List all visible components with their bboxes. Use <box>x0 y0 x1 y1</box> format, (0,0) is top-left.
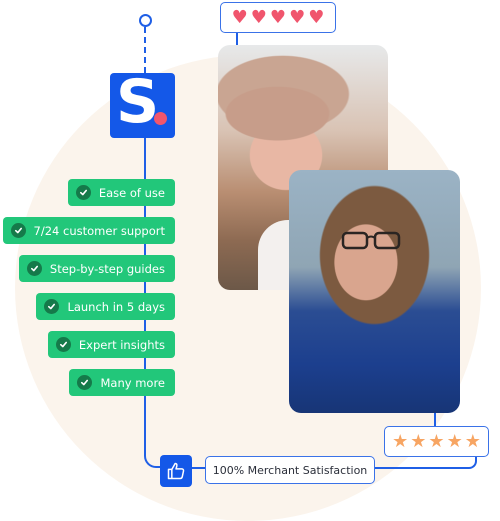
check-circle-icon <box>75 185 91 200</box>
feature-pill: 7/24 customer support <box>2 217 175 244</box>
star-icon: ★ <box>446 430 463 452</box>
heart-icon: ♥ <box>289 6 306 28</box>
heart-icon: ♥ <box>231 6 248 28</box>
heart-icon: ♥ <box>308 6 325 28</box>
brand-logo: S <box>110 67 175 138</box>
star-icon: ★ <box>410 430 427 452</box>
stars-connector-curve <box>375 457 477 469</box>
connector-start-dot <box>139 14 152 27</box>
feature-pill: Many more <box>69 369 175 396</box>
stars-rating: ★ ★ ★ ★ ★ <box>384 426 489 457</box>
feature-label: Launch in 5 days <box>67 299 165 314</box>
check-circle-icon <box>26 261 42 276</box>
star-icon: ★ <box>428 430 445 452</box>
glasses-shape <box>341 231 401 250</box>
feature-pill: Expert insights <box>47 331 175 358</box>
heart-icon: ♥ <box>269 6 287 28</box>
check-circle-icon <box>44 299 60 314</box>
satisfaction-label: 100% Merchant Satisfaction <box>205 456 375 484</box>
thumbs-up-badge <box>160 455 192 487</box>
satisfaction-connector <box>192 467 205 469</box>
feature-label: Step-by-step guides <box>49 261 165 276</box>
feature-label: Ease of use <box>98 185 165 200</box>
check-circle-icon <box>55 337 71 352</box>
stars-connector <box>434 413 436 426</box>
star-icon: ★ <box>464 430 481 452</box>
hearts-rating: ♥ ♥ ♥ ♥ ♥ <box>220 2 336 33</box>
feature-label: Many more <box>100 375 165 390</box>
customer-photo-glasses <box>289 170 460 413</box>
star-icon: ★ <box>392 430 409 452</box>
check-circle-icon <box>10 223 26 238</box>
feature-pill: Launch in 5 days <box>36 293 175 320</box>
check-circle-icon <box>77 375 93 390</box>
logo-dot <box>154 112 167 125</box>
feature-pill: Step-by-step guides <box>18 255 175 282</box>
heart-icon: ♥ <box>250 6 267 28</box>
hearts-connector <box>236 33 238 45</box>
feature-label: Expert insights <box>78 337 165 352</box>
feature-label: 7/24 customer support <box>33 223 165 238</box>
feature-pill: Ease of use <box>67 179 175 206</box>
thumbs-up-icon <box>167 462 185 480</box>
